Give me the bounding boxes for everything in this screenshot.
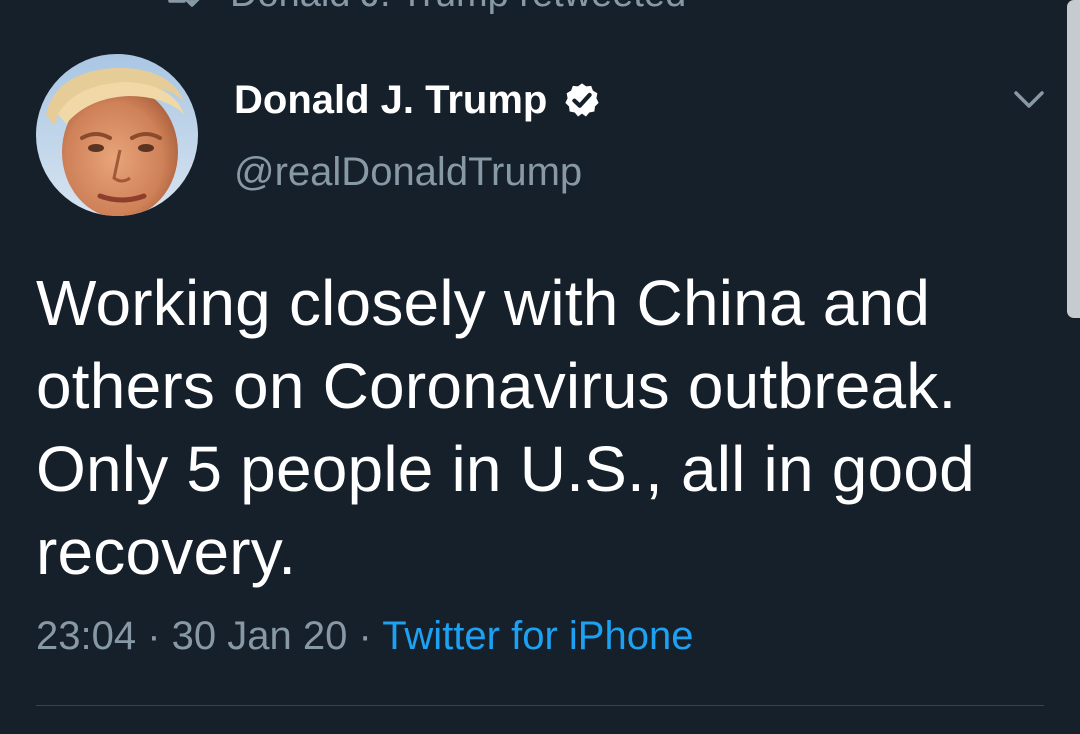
avatar[interactable] (36, 54, 198, 216)
tweet-date: 30 Jan 20 (171, 614, 348, 658)
verified-badge-icon (565, 83, 599, 117)
tweet-source-link[interactable]: Twitter for iPhone (382, 614, 693, 658)
chevron-down-icon[interactable] (1010, 82, 1048, 116)
retweet-context-label: Donald J. Trump retweeted (230, 0, 686, 16)
tweet-metadata: 23:04 · 30 Jan 20 · Twitter for iPhone (36, 614, 693, 659)
author-name-row[interactable]: Donald J. Trump (234, 74, 601, 126)
profile-photo-icon (36, 54, 198, 216)
tweet-text: Working closely with China and others on… (36, 267, 975, 588)
retweet-context: Donald J. Trump retweeted (160, 0, 686, 16)
author-handle[interactable]: @realDonaldTrump (234, 150, 582, 195)
meta-separator: · (347, 614, 383, 658)
scrollbar[interactable] (1067, 0, 1080, 318)
tweet-time: 23:04 (36, 614, 137, 658)
divider (36, 705, 1044, 706)
retweet-icon (168, 0, 200, 7)
meta-separator: · (136, 614, 172, 658)
author-name[interactable]: Donald J. Trump (234, 78, 547, 123)
